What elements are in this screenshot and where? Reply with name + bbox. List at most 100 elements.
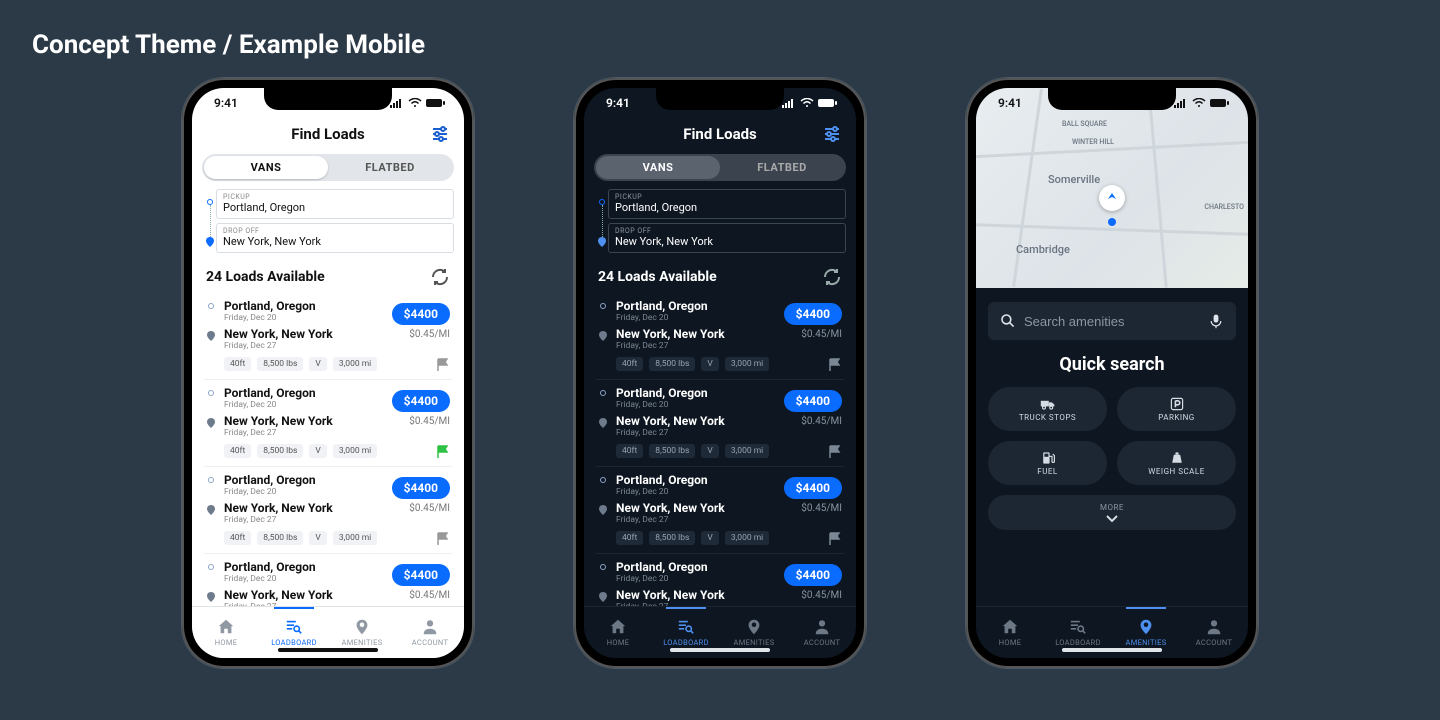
quick-truck-stops[interactable]: TRUCK STOPS bbox=[988, 387, 1107, 431]
price-pill[interactable]: $4400 bbox=[784, 477, 842, 499]
price-pill[interactable]: $4400 bbox=[784, 390, 842, 412]
wifi-icon bbox=[1192, 98, 1206, 108]
quick-parking[interactable]: PARKING bbox=[1117, 387, 1236, 431]
pin-icon bbox=[599, 505, 607, 515]
tab-loadboard-label: LOADBOARD bbox=[663, 638, 709, 647]
pin-icon bbox=[207, 592, 215, 602]
pickup-field[interactable]: PICKUP Portland, Oregon bbox=[216, 189, 454, 219]
quick-label: FUEL bbox=[1037, 467, 1057, 476]
dropoff-field[interactable]: DROP OFF New York, New York bbox=[608, 223, 846, 253]
flag-button[interactable] bbox=[828, 357, 842, 371]
tab-amenities-label: AMENITIES bbox=[734, 638, 775, 647]
map-label: WINTER HILL bbox=[1072, 138, 1114, 146]
load-card[interactable]: Portland, Oregon Friday, Dec 20 New York… bbox=[204, 380, 452, 467]
mic-icon[interactable] bbox=[1208, 312, 1224, 330]
flag-button[interactable] bbox=[436, 444, 450, 458]
load-card[interactable]: Portland, Oregon Friday, Dec 20 New York… bbox=[596, 380, 844, 467]
tab-account[interactable]: ACCOUNT bbox=[788, 607, 856, 658]
price-pill[interactable]: $4400 bbox=[392, 390, 450, 412]
search-list-icon bbox=[677, 618, 695, 636]
load-card[interactable]: Portland, Oregon Friday, Dec 20 New York… bbox=[596, 467, 844, 554]
more-button[interactable]: MORE bbox=[988, 495, 1236, 530]
to-date: Friday, Dec 27 bbox=[224, 341, 333, 351]
flag-button[interactable] bbox=[828, 444, 842, 458]
to-date: Friday, Dec 27 bbox=[224, 428, 333, 438]
location-icon bbox=[353, 618, 371, 636]
tab-vans[interactable]: VANS bbox=[204, 156, 328, 179]
map-label: BALL SQUARE bbox=[1062, 120, 1107, 128]
tab-account[interactable]: ACCOUNT bbox=[1180, 607, 1248, 658]
price-pill[interactable]: $4400 bbox=[392, 303, 450, 325]
to-date: Friday, Dec 27 bbox=[616, 602, 725, 606]
price-pill[interactable]: $4400 bbox=[392, 477, 450, 499]
load-card[interactable]: Portland, Oregon Friday, Dec 20 New York… bbox=[596, 554, 844, 606]
quick-weigh[interactable]: WEIGH SCALE bbox=[1117, 441, 1236, 485]
chip-weight: 8,500 lbs bbox=[649, 357, 695, 371]
loads-list[interactable]: Portland, Oregon Friday, Dec 20 New York… bbox=[584, 293, 856, 606]
pin-icon bbox=[598, 237, 606, 247]
home-indicator[interactable] bbox=[670, 648, 770, 652]
to-date: Friday, Dec 27 bbox=[224, 602, 333, 606]
flag-button[interactable] bbox=[828, 531, 842, 545]
map-label: CHARLESTO bbox=[1204, 203, 1244, 211]
to-date: Friday, Dec 27 bbox=[224, 515, 333, 525]
tab-home[interactable]: HOME bbox=[976, 607, 1044, 658]
tab-home[interactable]: HOME bbox=[192, 607, 260, 658]
load-card[interactable]: Portland, Oregon Friday, Dec 20 New York… bbox=[596, 293, 844, 380]
dropoff-label: DROP OFF bbox=[615, 227, 839, 235]
chip-weight: 8,500 lbs bbox=[257, 357, 303, 371]
home-indicator[interactable] bbox=[278, 648, 378, 652]
search-input[interactable] bbox=[1024, 314, 1200, 329]
tab-home-label: HOME bbox=[215, 638, 238, 647]
tab-account[interactable]: ACCOUNT bbox=[396, 607, 464, 658]
person-icon bbox=[421, 618, 439, 636]
chip-distance: 3,000 mi bbox=[333, 357, 377, 371]
chip-length: 40ft bbox=[616, 531, 643, 545]
tab-vans[interactable]: VANS bbox=[596, 156, 720, 179]
home-icon bbox=[1001, 618, 1019, 636]
signal-icon bbox=[390, 98, 404, 108]
flag-button[interactable] bbox=[436, 357, 450, 371]
refresh-button[interactable] bbox=[822, 267, 842, 287]
home-indicator[interactable] bbox=[1062, 648, 1162, 652]
quick-label: TRUCK STOPS bbox=[1019, 413, 1076, 422]
load-card[interactable]: Portland, Oregon Friday, Dec 20 New York… bbox=[204, 554, 452, 606]
recenter-button[interactable] bbox=[1099, 185, 1125, 211]
chip-distance: 3,000 mi bbox=[725, 531, 769, 545]
dropoff-field[interactable]: DROP OFF New York, New York bbox=[216, 223, 454, 253]
price-pill[interactable]: $4400 bbox=[784, 303, 842, 325]
dropoff-label: DROP OFF bbox=[223, 227, 447, 235]
pin-icon bbox=[207, 505, 215, 515]
load-card[interactable]: Portland, Oregon Friday, Dec 20 New York… bbox=[204, 293, 452, 380]
filter-button[interactable] bbox=[822, 124, 842, 144]
refresh-button[interactable] bbox=[430, 267, 450, 287]
search-field[interactable] bbox=[988, 302, 1236, 340]
to-city: New York, New York bbox=[224, 414, 333, 428]
from-date: Friday, Dec 20 bbox=[224, 487, 316, 497]
location-icon bbox=[1137, 618, 1155, 636]
flag-button[interactable] bbox=[436, 531, 450, 545]
quick-label: PARKING bbox=[1158, 413, 1195, 422]
to-date: Friday, Dec 27 bbox=[616, 515, 725, 525]
tab-flatbed[interactable]: FLATBED bbox=[328, 156, 452, 179]
load-card[interactable]: Portland, Oregon Friday, Dec 20 New York… bbox=[204, 467, 452, 554]
tab-home[interactable]: HOME bbox=[584, 607, 652, 658]
price-pill[interactable]: $4400 bbox=[784, 564, 842, 586]
tab-flatbed[interactable]: FLATBED bbox=[720, 156, 844, 179]
filter-button[interactable] bbox=[430, 124, 450, 144]
from-city: Portland, Oregon bbox=[224, 299, 316, 313]
flag-icon bbox=[436, 445, 450, 459]
screen-header: Find Loads bbox=[192, 118, 464, 150]
header-title: Find Loads bbox=[291, 125, 365, 143]
refresh-icon bbox=[430, 267, 450, 287]
chip-length: 40ft bbox=[616, 357, 643, 371]
price-pill[interactable]: $4400 bbox=[392, 564, 450, 586]
truck-icon bbox=[1040, 396, 1056, 412]
weigh-icon bbox=[1169, 450, 1185, 466]
loads-list[interactable]: Portland, Oregon Friday, Dec 20 New York… bbox=[192, 293, 464, 606]
phone-amenities: 9:41 BALL SQUARE WINTER HILL Somerville … bbox=[966, 78, 1258, 668]
pickup-field[interactable]: PICKUP Portland, Oregon bbox=[608, 189, 846, 219]
quick-fuel[interactable]: FUEL bbox=[988, 441, 1107, 485]
chip-type: V bbox=[701, 531, 718, 545]
map[interactable]: BALL SQUARE WINTER HILL Somerville Cambr… bbox=[976, 88, 1248, 288]
